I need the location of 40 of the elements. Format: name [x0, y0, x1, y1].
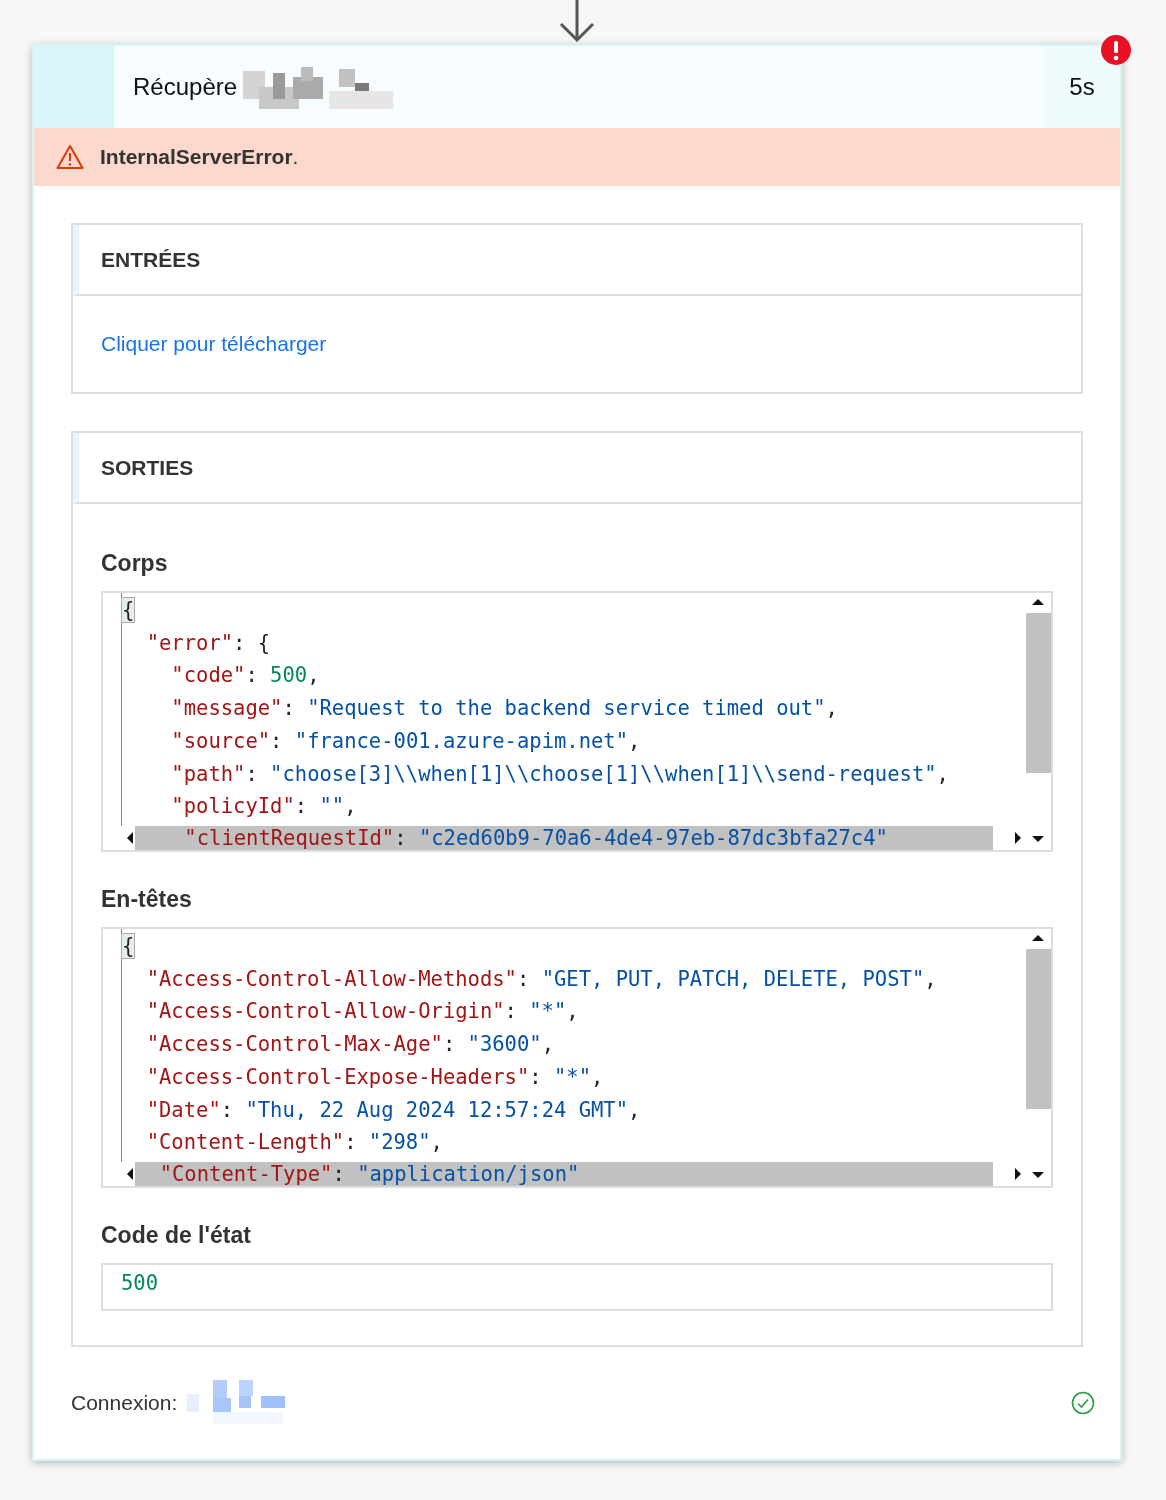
code-line: "Content-Type": "application/json"	[159, 1162, 580, 1186]
connection-label: Connexion:	[71, 1391, 178, 1415]
section-heading: ENTRÉES	[101, 247, 201, 272]
field-label: Corps	[101, 550, 169, 577]
scroll-down-icon[interactable]	[1030, 1170, 1046, 1180]
section-heading: SORTIES	[101, 455, 194, 480]
code-line: "Access-Control-Max-Age": "3600",	[146, 1031, 554, 1059]
action-title-bar[interactable]: Récupère	[114, 46, 1044, 128]
code-line: "Access-Control-Allow-Origin": "*",	[146, 998, 579, 1026]
duration-label: 5s	[1044, 46, 1120, 128]
horizontal-scrollbar-thumb[interactable]: "Content-Type": "application/json"	[135, 1162, 993, 1186]
code-viewer[interactable]	[101, 927, 1053, 1188]
action-title: Récupère	[133, 73, 238, 101]
code-line: "Access-Control-Allow-Methods": "GET, PUT, PATCH, DELETE, POST",	[146, 965, 937, 993]
code-line: "Access-Control-Expose-Headers": "*",	[146, 1063, 604, 1091]
code-line: "code": 500,	[171, 662, 320, 690]
code-line: "message": "Request to the backend service timed out",	[171, 695, 838, 723]
status-code-field: 500	[101, 1263, 1053, 1311]
error-message: InternalServerError.	[100, 145, 299, 169]
download-link[interactable]: Cliquer pour télécharger	[101, 332, 327, 356]
code-line: "source": "france-001.azure-apim.net",	[171, 727, 641, 755]
scroll-up-icon[interactable]	[1030, 597, 1046, 607]
code-line: "path": "choose[3]\\when[1]\\choose[1]\\when[1]\\send-request",	[171, 760, 949, 788]
code-line: "error": {	[146, 629, 271, 657]
scroll-right-icon[interactable]	[1013, 830, 1023, 846]
code-line: "policyId": "",	[171, 793, 357, 821]
field-label: Code de l'état	[101, 1222, 252, 1249]
vertical-scrollbar-thumb[interactable]	[1025, 949, 1051, 1109]
horizontal-scrollbar-thumb[interactable]: "clientRequestId": "c2ed60b9-70a6-4de4-97eb-87dc3bfa27c4"	[135, 826, 993, 850]
code-line: "clientRequestId": "c2ed60b9-70a6-4de4-97eb-87dc3bfa27c4"	[184, 826, 888, 850]
code-viewer[interactable]	[101, 591, 1053, 852]
warning-icon	[56, 144, 84, 170]
scroll-right-icon[interactable]	[1013, 1166, 1023, 1182]
field-label: En-têtes	[101, 886, 193, 913]
vertical-scrollbar-thumb[interactable]	[1025, 613, 1051, 773]
scroll-down-icon[interactable]	[1030, 834, 1046, 844]
down-arrow-icon	[557, 0, 597, 44]
code-line: "Date": "Thu, 22 Aug 2024 12:57:24 GMT",	[146, 1096, 641, 1124]
code-line: "Content-Length": "298",	[146, 1129, 443, 1157]
scroll-up-icon[interactable]	[1030, 933, 1046, 943]
